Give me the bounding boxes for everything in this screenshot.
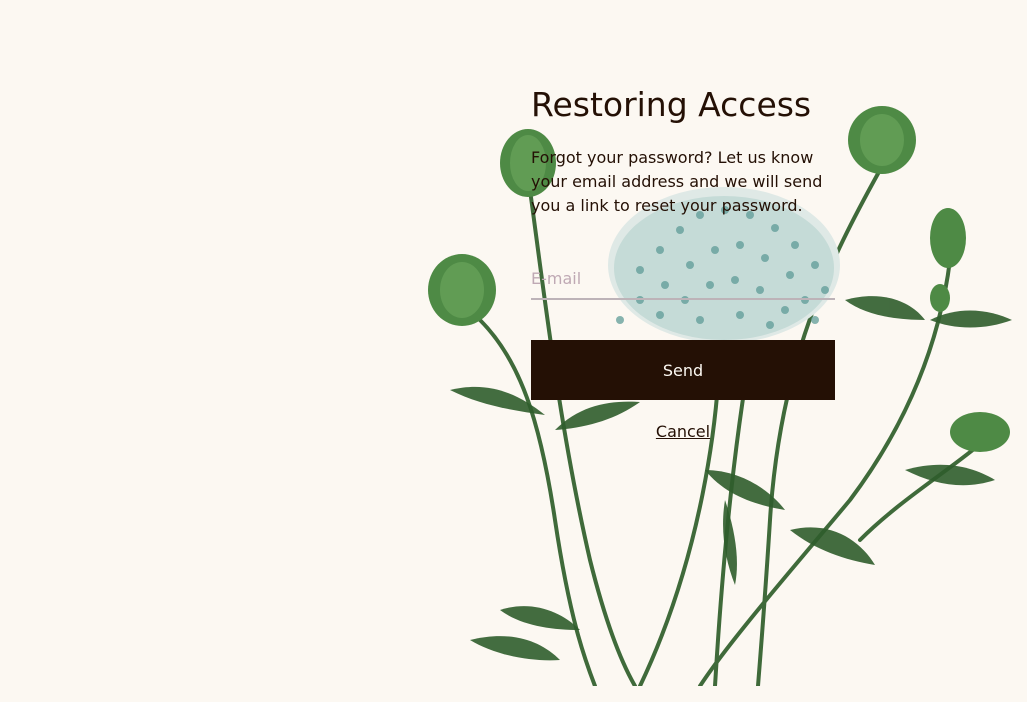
email-field-wrapper xyxy=(531,260,835,300)
page: Restoring Access Forgot your password? L… xyxy=(0,0,1027,702)
page-description: Forgot your password? Let us know your e… xyxy=(531,148,823,215)
botanical-flowers-illustration xyxy=(428,106,1012,686)
page-title: Restoring Access xyxy=(531,85,812,124)
bottom-strip xyxy=(0,686,1027,702)
cancel-link[interactable]: Cancel xyxy=(531,420,835,444)
restore-access-form: Restoring Access Forgot your password? L… xyxy=(531,82,835,444)
send-button[interactable]: Send xyxy=(531,340,835,400)
email-field[interactable] xyxy=(531,260,835,296)
